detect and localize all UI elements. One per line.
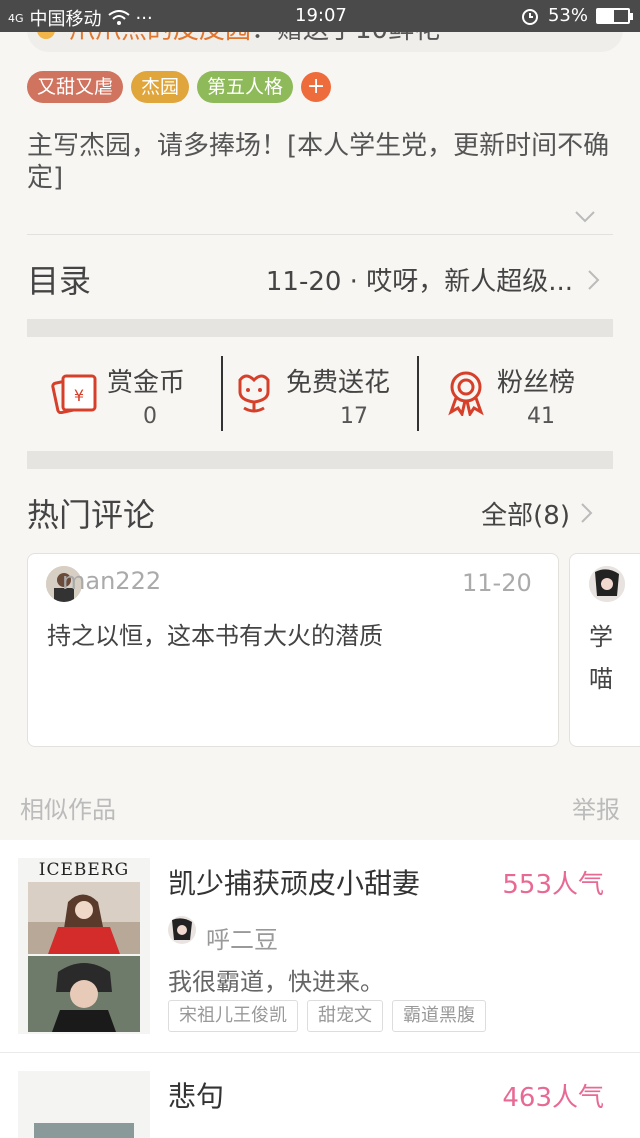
reward-coins-stat[interactable]: ¥ 赏金币 0: [27, 348, 222, 438]
tag-item[interactable]: 第五人格: [197, 71, 294, 103]
section-separator: [27, 319, 613, 337]
battery-percent: 53%: [547, 5, 588, 26]
cover-image: [28, 882, 140, 1032]
tag-item[interactable]: 杰园: [131, 71, 190, 103]
popularity: 463人气: [502, 1083, 604, 1113]
comment-date: 11-20: [462, 569, 532, 597]
avatar[interactable]: [168, 916, 196, 944]
catalog-row[interactable]: 目录 11-20 · 哎呀，新人超级...: [27, 245, 613, 313]
wifi-icon: [107, 10, 130, 25]
hot-comments-title: 热门评论: [27, 496, 156, 534]
svg-text:¥: ¥: [74, 386, 84, 405]
section-separator: [27, 451, 613, 469]
clock: 19:07: [295, 5, 347, 26]
book-tag[interactable]: 甜宠文: [307, 1000, 383, 1032]
add-tag-button[interactable]: +: [301, 72, 332, 102]
chevron-right-icon: [588, 270, 600, 290]
latest-chapter: 11-20 · 哎呀，新人超级...: [265, 266, 573, 297]
cover-text: ICEBERG: [38, 860, 130, 880]
list-item[interactable]: ICEBERG 凯少捕获顽皮小甜妻 553人气 呼二豆 我很霸道，快进来。 宋祖…: [0, 840, 640, 1053]
notification-dots: ···: [135, 7, 153, 29]
medal-icon: [448, 371, 484, 416]
stat-value: 17: [340, 404, 368, 429]
carrier: 中国移动: [29, 9, 102, 30]
book-tag[interactable]: 宋祖儿王俊凯: [168, 1000, 298, 1032]
similar-works-list: ICEBERG 凯少捕获顽皮小甜妻 553人气 呼二豆 我很霸道，快进来。 宋祖…: [0, 840, 640, 1138]
status-bar: 4G 中国移动 ··· 19:07 53%: [0, 0, 640, 32]
comment-text: 持之以恒，这本书有大火的潜质: [47, 622, 383, 650]
report-link[interactable]: 举报: [572, 790, 620, 825]
book-author[interactable]: 呼二豆: [206, 920, 278, 955]
chevron-right-icon[interactable]: [580, 502, 594, 524]
stat-label: 赏金币: [107, 368, 186, 398]
stat-label: 免费送花: [286, 368, 391, 398]
list-item[interactable]: 悲句 463人气: [0, 1053, 640, 1138]
comment-username[interactable]: man222: [62, 567, 161, 595]
book-tags: 又甜又虐 杰园 第五人格 +: [27, 71, 332, 103]
similar-works-title: 相似作品: [20, 796, 116, 824]
tag-item[interactable]: 又甜又虐: [27, 71, 124, 103]
fan-ranking-stat[interactable]: 粉丝榜 41: [419, 348, 613, 438]
popularity: 553人气: [502, 870, 604, 900]
book-title[interactable]: 凯少捕获顽皮小甜妻: [168, 862, 420, 902]
book-cover[interactable]: [18, 1071, 150, 1138]
flower-icon: [238, 374, 270, 413]
comment-text: 学喵: [589, 623, 613, 693]
free-flower-stat[interactable]: 免费送花 17: [224, 348, 418, 438]
book-tag-list: 宋祖儿王俊凯 甜宠文 霸道黑腹: [168, 1000, 486, 1032]
cover-image: [34, 1123, 134, 1138]
divider: [27, 234, 613, 235]
book-description: 我很霸道，快进来。: [168, 968, 384, 996]
avatar[interactable]: [589, 566, 625, 602]
divider: [221, 356, 223, 431]
signal-icon: 4G: [8, 11, 24, 25]
chevron-down-icon[interactable]: [574, 210, 596, 224]
stat-label: 粉丝榜: [497, 368, 576, 398]
book-intro: 主写杰园，请多捧场！[本人学生党，更新时间不确定]: [27, 131, 610, 193]
book-tag[interactable]: 霸道黑腹: [392, 1000, 486, 1032]
alarm-icon: [521, 8, 538, 25]
catalog-title: 目录: [27, 262, 92, 300]
red-envelope-icon: ¥: [51, 374, 97, 414]
all-comments-link[interactable]: 全部(8): [481, 495, 570, 532]
book-title[interactable]: 悲句: [168, 1075, 224, 1115]
stat-value: 0: [143, 404, 157, 429]
book-cover[interactable]: ICEBERG: [18, 858, 150, 1034]
stat-value: 41: [527, 404, 555, 429]
stats-row: ¥ 赏金币 0 免费送花 17 粉丝榜 41: [27, 348, 613, 438]
battery-icon: [596, 7, 633, 24]
